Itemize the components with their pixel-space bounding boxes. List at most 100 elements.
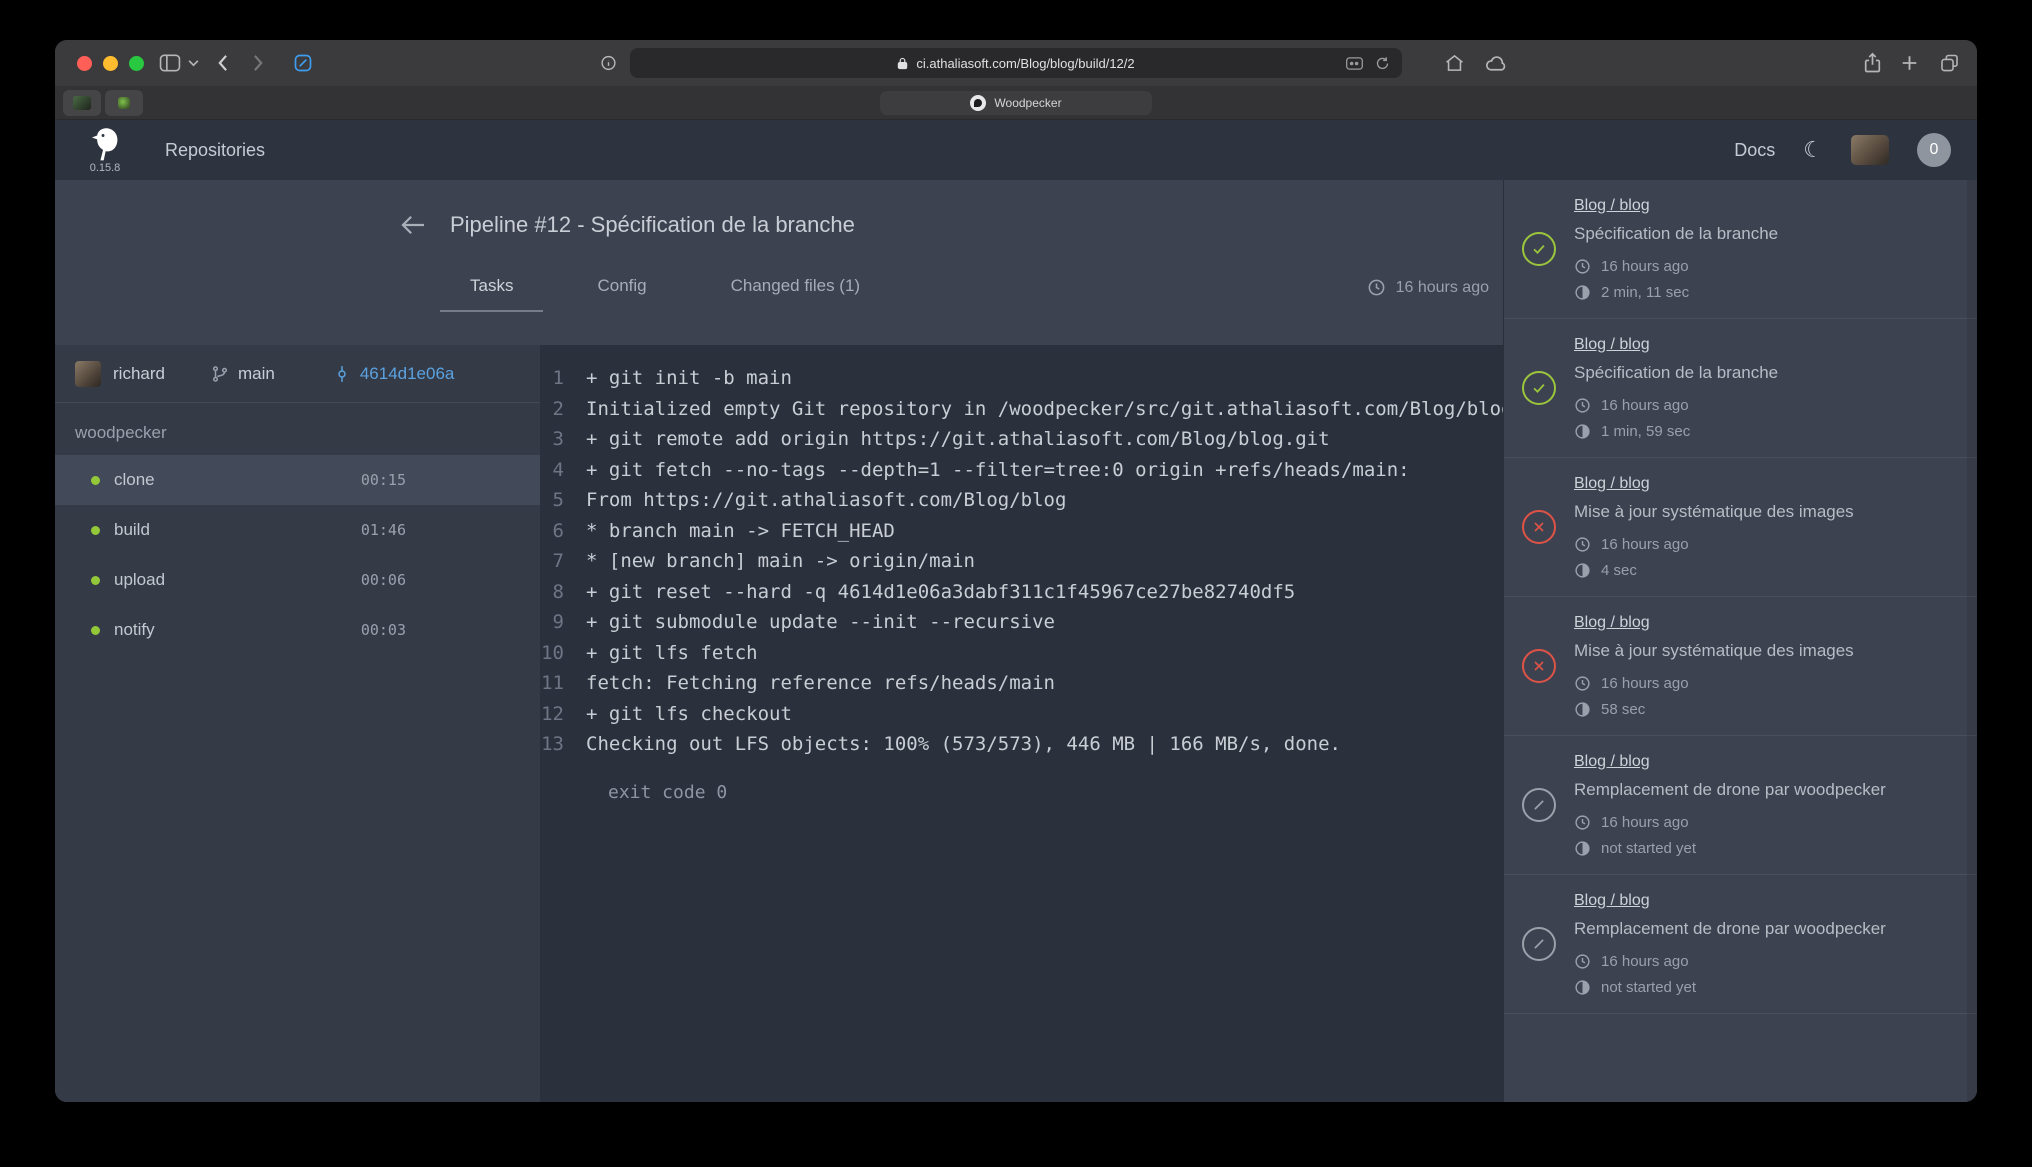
build-duration: not started yet bbox=[1601, 979, 1696, 996]
forward-button[interactable] bbox=[253, 54, 264, 72]
console-output[interactable]: 1+ git init -b main 2Initialized empty G… bbox=[540, 345, 1503, 1102]
clock-icon bbox=[1574, 814, 1591, 831]
build-repo-link[interactable]: Blog / blog bbox=[1574, 892, 1650, 910]
console-line: 4+ git fetch --no-tags --depth=1 --filte… bbox=[540, 455, 1503, 486]
back-arrow-icon[interactable] bbox=[400, 214, 426, 236]
step-name: notify bbox=[114, 620, 155, 640]
build-entry[interactable]: Blog / blog Spécification de la branche … bbox=[1504, 319, 1977, 458]
clock-icon bbox=[1574, 953, 1591, 970]
console-line: 13Checking out LFS objects: 100% (573/57… bbox=[540, 729, 1503, 760]
extension-blue-icon[interactable] bbox=[293, 53, 313, 73]
build-repo-link[interactable]: Blog / blog bbox=[1574, 753, 1650, 771]
reload-icon[interactable] bbox=[1375, 56, 1390, 71]
pipeline-detail: Pipeline #12 - Spécification de la branc… bbox=[55, 180, 1503, 1102]
console-line: 8+ git reset --hard -q 4614d1e06a3dabf31… bbox=[540, 577, 1503, 608]
build-repo-link[interactable]: Blog / blog bbox=[1574, 614, 1650, 632]
traffic-lights bbox=[77, 56, 144, 71]
build-duration: not started yet bbox=[1601, 840, 1696, 857]
sidebar-toggle-icon[interactable] bbox=[159, 54, 181, 72]
privacy-badge-icon[interactable] bbox=[1346, 57, 1363, 70]
step-row-notify[interactable]: notify 00:03 bbox=[55, 605, 540, 655]
console-line: 11fetch: Fetching reference refs/heads/m… bbox=[540, 668, 1503, 699]
build-duration: 4 sec bbox=[1601, 562, 1637, 579]
new-tab-icon[interactable] bbox=[1901, 55, 1918, 72]
minimize-button[interactable] bbox=[103, 56, 118, 71]
active-tab[interactable]: Woodpecker bbox=[880, 91, 1151, 115]
duration-icon bbox=[1574, 562, 1591, 579]
console-exit-code: exit code 0 bbox=[540, 782, 1503, 803]
woodpecker-logo[interactable]: 0.15.8 bbox=[89, 127, 121, 174]
step-row-clone[interactable]: clone 00:15 bbox=[55, 455, 540, 505]
commit-hash[interactable]: 4614d1e06a bbox=[360, 364, 455, 384]
clock-icon bbox=[1574, 397, 1591, 414]
build-repo-link[interactable]: Blog / blog bbox=[1574, 475, 1650, 493]
step-name: build bbox=[114, 520, 150, 540]
build-entry[interactable]: Blog / blog Mise à jour systématique des… bbox=[1504, 458, 1977, 597]
back-button[interactable] bbox=[217, 54, 228, 72]
lock-icon bbox=[897, 57, 908, 70]
duration-icon bbox=[1574, 840, 1591, 857]
tab-overview-icon[interactable] bbox=[1940, 54, 1959, 73]
build-repo-link[interactable]: Blog / blog bbox=[1574, 197, 1650, 215]
user-avatar[interactable] bbox=[1851, 135, 1889, 165]
clock-icon bbox=[1574, 258, 1591, 275]
console-line: 3+ git remote add origin https://git.ath… bbox=[540, 424, 1503, 455]
build-entry[interactable]: Blog / blog Remplacement de drone par wo… bbox=[1504, 875, 1977, 1014]
tab-tasks[interactable]: Tasks bbox=[440, 276, 543, 312]
status-success-icon bbox=[1522, 371, 1556, 405]
console-line: 12+ git lfs checkout bbox=[540, 699, 1503, 730]
tab-title: Woodpecker bbox=[994, 96, 1061, 110]
woodpecker-favicon bbox=[970, 95, 986, 111]
share-icon[interactable] bbox=[1864, 53, 1881, 74]
build-time: 16 hours ago bbox=[1601, 397, 1689, 414]
build-message: Remplacement de drone par woodpecker bbox=[1574, 919, 1957, 939]
pinned-tab-2[interactable] bbox=[105, 90, 143, 116]
woodpecker-app: 0.15.8 Repositories Docs ☾ 0 Pipeline #1… bbox=[55, 120, 1977, 1102]
app-version: 0.15.8 bbox=[90, 162, 121, 174]
dark-mode-toggle-moon-icon[interactable]: ☾ bbox=[1803, 139, 1823, 161]
browser-toolbar: ci.athaliasoft.com/Blog/blog/build/12/2 bbox=[55, 40, 1977, 86]
duration-icon bbox=[1574, 979, 1591, 996]
zoom-button[interactable] bbox=[129, 56, 144, 71]
step-name: upload bbox=[114, 570, 165, 590]
tab-config[interactable]: Config bbox=[567, 276, 676, 312]
commit-icon bbox=[333, 365, 351, 383]
close-button[interactable] bbox=[77, 56, 92, 71]
author-name: richard bbox=[113, 364, 165, 384]
pipeline-header: Pipeline #12 - Spécification de la branc… bbox=[55, 180, 1503, 345]
build-message: Mise à jour systématique des images bbox=[1574, 502, 1957, 522]
nav-docs-link[interactable]: Docs bbox=[1734, 140, 1775, 161]
build-message: Spécification de la branche bbox=[1574, 224, 1957, 244]
step-row-upload[interactable]: upload 00:06 bbox=[55, 555, 540, 605]
tab-changed-files[interactable]: Changed files (1) bbox=[701, 276, 890, 312]
build-time: 16 hours ago bbox=[1601, 258, 1689, 275]
pinned-tab-2-favicon bbox=[118, 97, 130, 109]
step-time: 01:46 bbox=[361, 521, 406, 539]
build-entry[interactable]: Blog / blog Spécification de la branche … bbox=[1504, 180, 1977, 319]
cloud-icon[interactable] bbox=[1485, 55, 1507, 71]
notifications-badge[interactable]: 0 bbox=[1917, 133, 1951, 167]
console-line: 5From https://git.athaliasoft.com/Blog/b… bbox=[540, 485, 1503, 516]
page-info-icon[interactable] bbox=[600, 55, 617, 72]
console-line: 9+ git submodule update --init --recursi… bbox=[540, 607, 1503, 638]
pinned-tab-1[interactable] bbox=[63, 90, 101, 116]
duration-icon bbox=[1574, 284, 1591, 301]
status-failure-icon bbox=[1522, 510, 1556, 544]
url-bar[interactable]: ci.athaliasoft.com/Blog/blog/build/12/2 bbox=[630, 48, 1402, 78]
nav-repositories-link[interactable]: Repositories bbox=[165, 140, 265, 161]
chevron-down-icon[interactable] bbox=[188, 60, 199, 67]
branch-name[interactable]: main bbox=[238, 364, 275, 384]
build-entry[interactable]: Blog / blog Remplacement de drone par wo… bbox=[1504, 736, 1977, 875]
build-duration: 2 min, 11 sec bbox=[1601, 284, 1689, 301]
home-icon[interactable] bbox=[1445, 54, 1464, 72]
console-line: 6* branch main -> FETCH_HEAD bbox=[540, 516, 1503, 547]
build-time: 16 hours ago bbox=[1601, 536, 1689, 553]
steps-panel: richard main 4614 bbox=[55, 345, 540, 1102]
build-entry[interactable]: Blog / blog Mise à jour systématique des… bbox=[1504, 597, 1977, 736]
step-status-dot bbox=[91, 576, 100, 585]
step-row-build[interactable]: build 01:46 bbox=[55, 505, 540, 555]
clock-icon bbox=[1574, 536, 1591, 553]
console-line: 7* [new branch] main -> origin/main bbox=[540, 546, 1503, 577]
recent-builds-sidebar[interactable]: Blog / blog Spécification de la branche … bbox=[1503, 180, 1977, 1102]
build-repo-link[interactable]: Blog / blog bbox=[1574, 336, 1650, 354]
